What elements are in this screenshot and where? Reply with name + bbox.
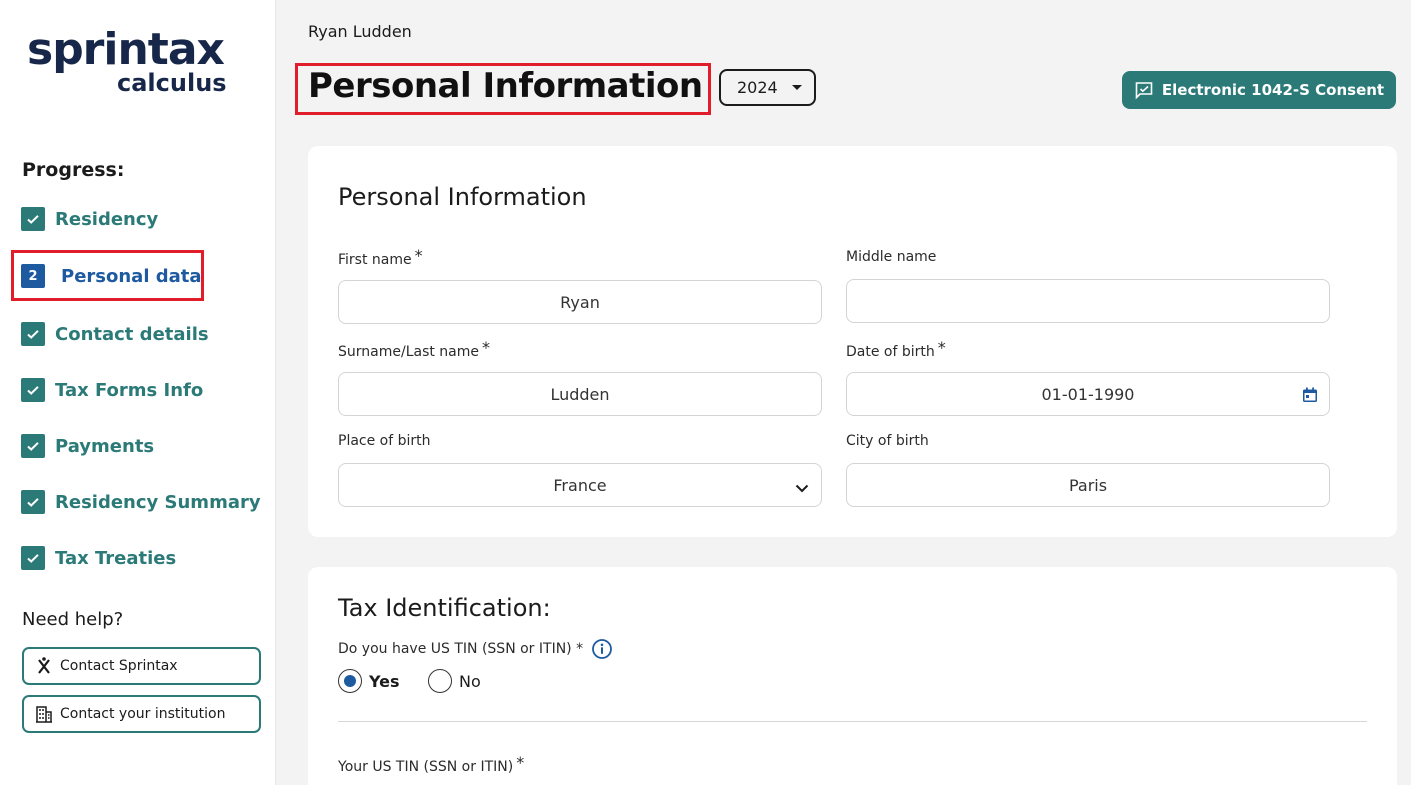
tin-no-label: No bbox=[459, 671, 481, 691]
radio-selected-icon bbox=[338, 669, 362, 693]
year-select[interactable]: 2024 bbox=[719, 69, 816, 106]
step-label: Residency Summary bbox=[55, 491, 261, 513]
step-contact-details[interactable]: Contact details bbox=[21, 322, 209, 346]
place-of-birth-label: Place of birth bbox=[338, 433, 431, 449]
first-name-input[interactable]: Ryan bbox=[338, 280, 822, 324]
step-residency-summary[interactable]: Residency Summary bbox=[21, 490, 261, 514]
tin-label: Your US TIN (SSN or ITIN) * bbox=[338, 753, 525, 775]
required-marker: * bbox=[516, 753, 525, 772]
check-icon bbox=[21, 434, 45, 458]
chat-check-icon bbox=[1135, 82, 1153, 100]
consent-label: Electronic 1042-S Consent bbox=[1161, 81, 1385, 99]
logo-sub-text: calculus bbox=[117, 69, 227, 97]
check-icon bbox=[21, 322, 45, 346]
check-icon bbox=[21, 378, 45, 402]
info-icon[interactable] bbox=[591, 638, 613, 660]
city-of-birth-label: City of birth bbox=[846, 433, 929, 449]
has-tin-question: Do you have US TIN (SSN or ITIN) * bbox=[338, 638, 613, 660]
sprintax-logo-icon bbox=[38, 657, 50, 674]
contact-institution-label: Contact your institution bbox=[60, 706, 226, 722]
place-of-birth-value: France bbox=[553, 475, 607, 495]
check-icon bbox=[21, 207, 45, 231]
tin-label-text: Your US TIN (SSN or ITIN) bbox=[338, 759, 514, 775]
sprintax-logo[interactable]: sprintax calculus bbox=[27, 26, 227, 98]
city-of-birth-input[interactable]: Paris bbox=[846, 463, 1330, 507]
contact-sprintax-button[interactable]: Contact Sprintax bbox=[22, 647, 261, 685]
caret-down-icon bbox=[791, 85, 802, 90]
section-divider bbox=[338, 721, 1367, 722]
radio-unselected-icon bbox=[428, 669, 452, 693]
date-of-birth-value: 01-01-1990 bbox=[1041, 384, 1135, 404]
logo-main-text: sprintax bbox=[27, 24, 225, 75]
city-of-birth-value: Paris bbox=[1068, 475, 1108, 495]
step-personal-data[interactable]: 2 Personal data bbox=[21, 264, 202, 288]
step-payments[interactable]: Payments bbox=[21, 434, 154, 458]
middle-name-input[interactable] bbox=[846, 279, 1330, 323]
step-label: Residency bbox=[55, 208, 159, 230]
tax-identification-card: Tax Identification: Do you have US TIN (… bbox=[308, 567, 1397, 785]
required-marker: * bbox=[482, 338, 491, 357]
year-value: 2024 bbox=[737, 78, 778, 97]
chevron-down-icon bbox=[795, 484, 809, 493]
middle-name-label-text: Middle name bbox=[846, 249, 937, 265]
last-name-label-text: Surname/Last name bbox=[338, 344, 480, 360]
page-title: Personal Information bbox=[308, 66, 703, 106]
tax-identification-title: Tax Identification: bbox=[338, 594, 551, 622]
step-number-badge: 2 bbox=[21, 264, 45, 288]
city-of-birth-label-text: City of birth bbox=[846, 433, 929, 449]
progress-title: Progress: bbox=[22, 159, 125, 181]
step-label: Tax Treaties bbox=[55, 547, 177, 569]
tin-yes-label: Yes bbox=[369, 671, 400, 691]
place-of-birth-label-text: Place of birth bbox=[338, 433, 431, 449]
last-name-input[interactable]: Ludden bbox=[338, 372, 822, 416]
place-of-birth-select[interactable]: France bbox=[338, 463, 822, 507]
tin-no-radio[interactable]: No bbox=[428, 669, 481, 693]
required-marker: * bbox=[414, 246, 423, 265]
first-name-label-text: First name bbox=[338, 252, 412, 268]
personal-info-title: Personal Information bbox=[338, 183, 587, 211]
building-icon bbox=[36, 706, 52, 723]
last-name-label: Surname/Last name * bbox=[338, 338, 491, 360]
middle-name-label: Middle name bbox=[846, 249, 936, 265]
calendar-icon[interactable] bbox=[1301, 386, 1319, 404]
has-tin-question-text: Do you have US TIN (SSN or ITIN) * bbox=[338, 641, 584, 657]
step-tax-treaties[interactable]: Tax Treaties bbox=[21, 546, 176, 570]
last-name-value: Ludden bbox=[550, 384, 610, 404]
personal-info-card: Personal Information First name * Ryan Mi… bbox=[308, 146, 1397, 537]
required-marker: * bbox=[937, 338, 946, 357]
step-label: Personal data bbox=[61, 265, 202, 287]
contact-institution-button[interactable]: Contact your institution bbox=[22, 695, 261, 733]
electronic-consent-button[interactable]: Electronic 1042-S Consent bbox=[1122, 71, 1396, 109]
check-icon bbox=[21, 546, 45, 570]
contact-sprintax-label: Contact Sprintax bbox=[60, 658, 178, 674]
sidebar: sprintax calculus Progress: Residency 2 … bbox=[0, 0, 276, 785]
first-name-value: Ryan bbox=[560, 292, 600, 312]
check-icon bbox=[21, 490, 45, 514]
tin-yes-radio[interactable]: Yes bbox=[338, 669, 400, 693]
step-label: Contact details bbox=[55, 323, 209, 345]
step-residency[interactable]: Residency bbox=[21, 207, 158, 231]
date-of-birth-input[interactable]: 01-01-1990 bbox=[846, 372, 1330, 416]
step-tax-forms-info[interactable]: Tax Forms Info bbox=[21, 378, 203, 402]
step-label: Tax Forms Info bbox=[55, 379, 204, 401]
need-help-title: Need help? bbox=[22, 609, 124, 630]
first-name-label: First name * bbox=[338, 246, 423, 268]
step-label: Payments bbox=[55, 435, 155, 457]
date-of-birth-label-text: Date of birth bbox=[846, 344, 935, 360]
user-name: Ryan Ludden bbox=[308, 22, 412, 41]
date-of-birth-label: Date of birth * bbox=[846, 338, 946, 360]
